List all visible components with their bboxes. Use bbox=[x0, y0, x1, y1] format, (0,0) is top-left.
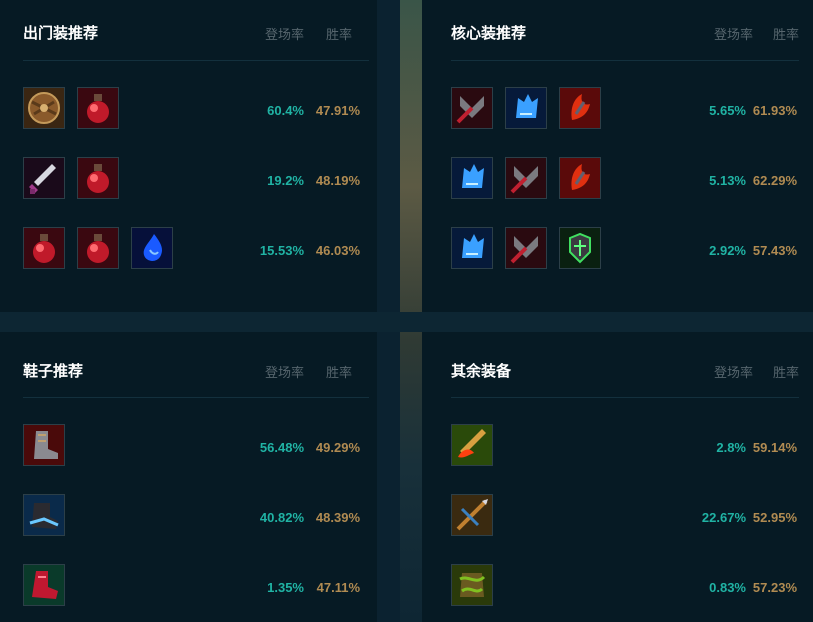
panel-title: 核心装推荐 bbox=[451, 25, 527, 42]
build-row[interactable]: 40.82% 48.39% bbox=[23, 494, 367, 538]
potion-icon[interactable] bbox=[77, 87, 119, 129]
divider bbox=[23, 60, 369, 61]
build-row[interactable]: 22.67% 52.95% bbox=[451, 494, 803, 538]
win-rate-header: 胜率 bbox=[772, 365, 799, 380]
win-rate: 47.91% bbox=[315, 103, 360, 118]
starting-items-panel: 出门装推荐 登场率 胜率 60.4% 47.91% 19.2% 48.19% 1… bbox=[0, 0, 377, 312]
win-rate: 49.29% bbox=[315, 440, 360, 455]
divider bbox=[23, 397, 369, 398]
claw-icon[interactable] bbox=[559, 87, 601, 129]
pick-rate-header: 登场率 bbox=[713, 365, 753, 380]
panel-header: 鞋子推荐 登场率 胜率 bbox=[23, 358, 367, 382]
pick-rate: 15.53% bbox=[259, 243, 304, 258]
win-rate: 47.11% bbox=[316, 580, 360, 595]
build-row[interactable]: 2.92% 57.43% bbox=[451, 227, 803, 271]
background-gap bbox=[0, 312, 813, 332]
pick-rate: 22.67% bbox=[701, 510, 746, 525]
build-row[interactable]: 2.8% 59.14% bbox=[451, 424, 803, 468]
panel-title: 鞋子推荐 bbox=[23, 363, 84, 380]
win-rate: 57.23% bbox=[752, 580, 797, 595]
win-rate-header: 胜率 bbox=[772, 27, 799, 42]
potion-icon[interactable] bbox=[23, 227, 65, 269]
build-row[interactable]: 0.83% 57.23% bbox=[451, 564, 803, 608]
build-row[interactable]: 15.53% 46.03% bbox=[23, 227, 367, 271]
axe-icon[interactable] bbox=[505, 157, 547, 199]
pick-rate: 5.13% bbox=[709, 173, 746, 188]
potion-icon[interactable] bbox=[77, 227, 119, 269]
pick-rate: 2.8% bbox=[716, 440, 746, 455]
vine-armor-icon[interactable] bbox=[451, 564, 493, 606]
mercury-boots-icon[interactable] bbox=[23, 494, 65, 536]
tear-icon[interactable] bbox=[131, 227, 173, 269]
win-rate: 52.95% bbox=[752, 510, 797, 525]
pick-rate: 0.83% bbox=[709, 580, 746, 595]
shield-icon[interactable] bbox=[23, 87, 65, 129]
win-rate-header: 胜率 bbox=[325, 365, 352, 380]
crossbow-icon[interactable] bbox=[451, 494, 493, 536]
build-row[interactable]: 1.35% 47.11% bbox=[23, 564, 367, 608]
build-row[interactable]: 5.65% 61.93% bbox=[451, 87, 803, 131]
axe-icon[interactable] bbox=[505, 227, 547, 269]
pick-rate: 60.4% bbox=[267, 103, 304, 118]
flame-blade-icon[interactable] bbox=[451, 424, 493, 466]
claw-icon[interactable] bbox=[559, 157, 601, 199]
build-row[interactable]: 60.4% 47.91% bbox=[23, 87, 367, 131]
axe-icon[interactable] bbox=[451, 87, 493, 129]
pick-rate-header: 登场率 bbox=[264, 365, 304, 380]
pick-rate-header: 登场率 bbox=[264, 27, 304, 42]
red-boots-icon[interactable] bbox=[23, 564, 65, 606]
win-rate: 61.93% bbox=[752, 103, 797, 118]
potion-icon[interactable] bbox=[77, 157, 119, 199]
build-row[interactable]: 56.48% 49.29% bbox=[23, 424, 367, 468]
core-items-panel: 核心装推荐 登场率 胜率 5.65% 61.93% 5.13% 62.29% 2… bbox=[422, 0, 813, 312]
win-rate: 48.39% bbox=[315, 510, 360, 525]
build-row[interactable]: 5.13% 62.29% bbox=[451, 157, 803, 201]
win-rate: 62.29% bbox=[752, 173, 797, 188]
divider bbox=[451, 60, 799, 61]
win-rate: 57.43% bbox=[752, 243, 797, 258]
pick-rate: 5.65% bbox=[709, 103, 746, 118]
panel-header: 核心装推荐 登场率 胜率 bbox=[451, 20, 803, 44]
panel-title: 出门装推荐 bbox=[23, 25, 99, 42]
other-items-panel: 其余装备 登场率 胜率 2.8% 59.14% 22.67% 52.95% 0.… bbox=[422, 332, 813, 622]
divider bbox=[451, 397, 799, 398]
build-row[interactable]: 19.2% 48.19% bbox=[23, 157, 367, 201]
pick-rate: 40.82% bbox=[259, 510, 304, 525]
ice-gauntlet-icon[interactable] bbox=[505, 87, 547, 129]
win-rate: 59.14% bbox=[752, 440, 797, 455]
panel-header: 出门装推荐 登场率 胜率 bbox=[23, 20, 367, 44]
ice-gauntlet-icon[interactable] bbox=[451, 227, 493, 269]
green-armor-icon[interactable] bbox=[559, 227, 601, 269]
pick-rate: 19.2% bbox=[267, 173, 304, 188]
pick-rate-header: 登场率 bbox=[713, 27, 753, 42]
pick-rate: 56.48% bbox=[259, 440, 304, 455]
background-art bbox=[400, 0, 422, 622]
win-rate-header: 胜率 bbox=[325, 27, 352, 42]
panel-title: 其余装备 bbox=[451, 363, 512, 380]
win-rate: 48.19% bbox=[315, 173, 360, 188]
win-rate: 46.03% bbox=[315, 243, 360, 258]
armored-boots-icon[interactable] bbox=[23, 424, 65, 466]
pick-rate: 1.35% bbox=[267, 580, 304, 595]
panel-header: 其余装备 登场率 胜率 bbox=[451, 358, 803, 382]
pick-rate: 2.92% bbox=[709, 243, 746, 258]
sword-icon[interactable] bbox=[23, 157, 65, 199]
ice-gauntlet-icon[interactable] bbox=[451, 157, 493, 199]
boots-panel: 鞋子推荐 登场率 胜率 56.48% 49.29% 40.82% 48.39% … bbox=[0, 332, 377, 622]
